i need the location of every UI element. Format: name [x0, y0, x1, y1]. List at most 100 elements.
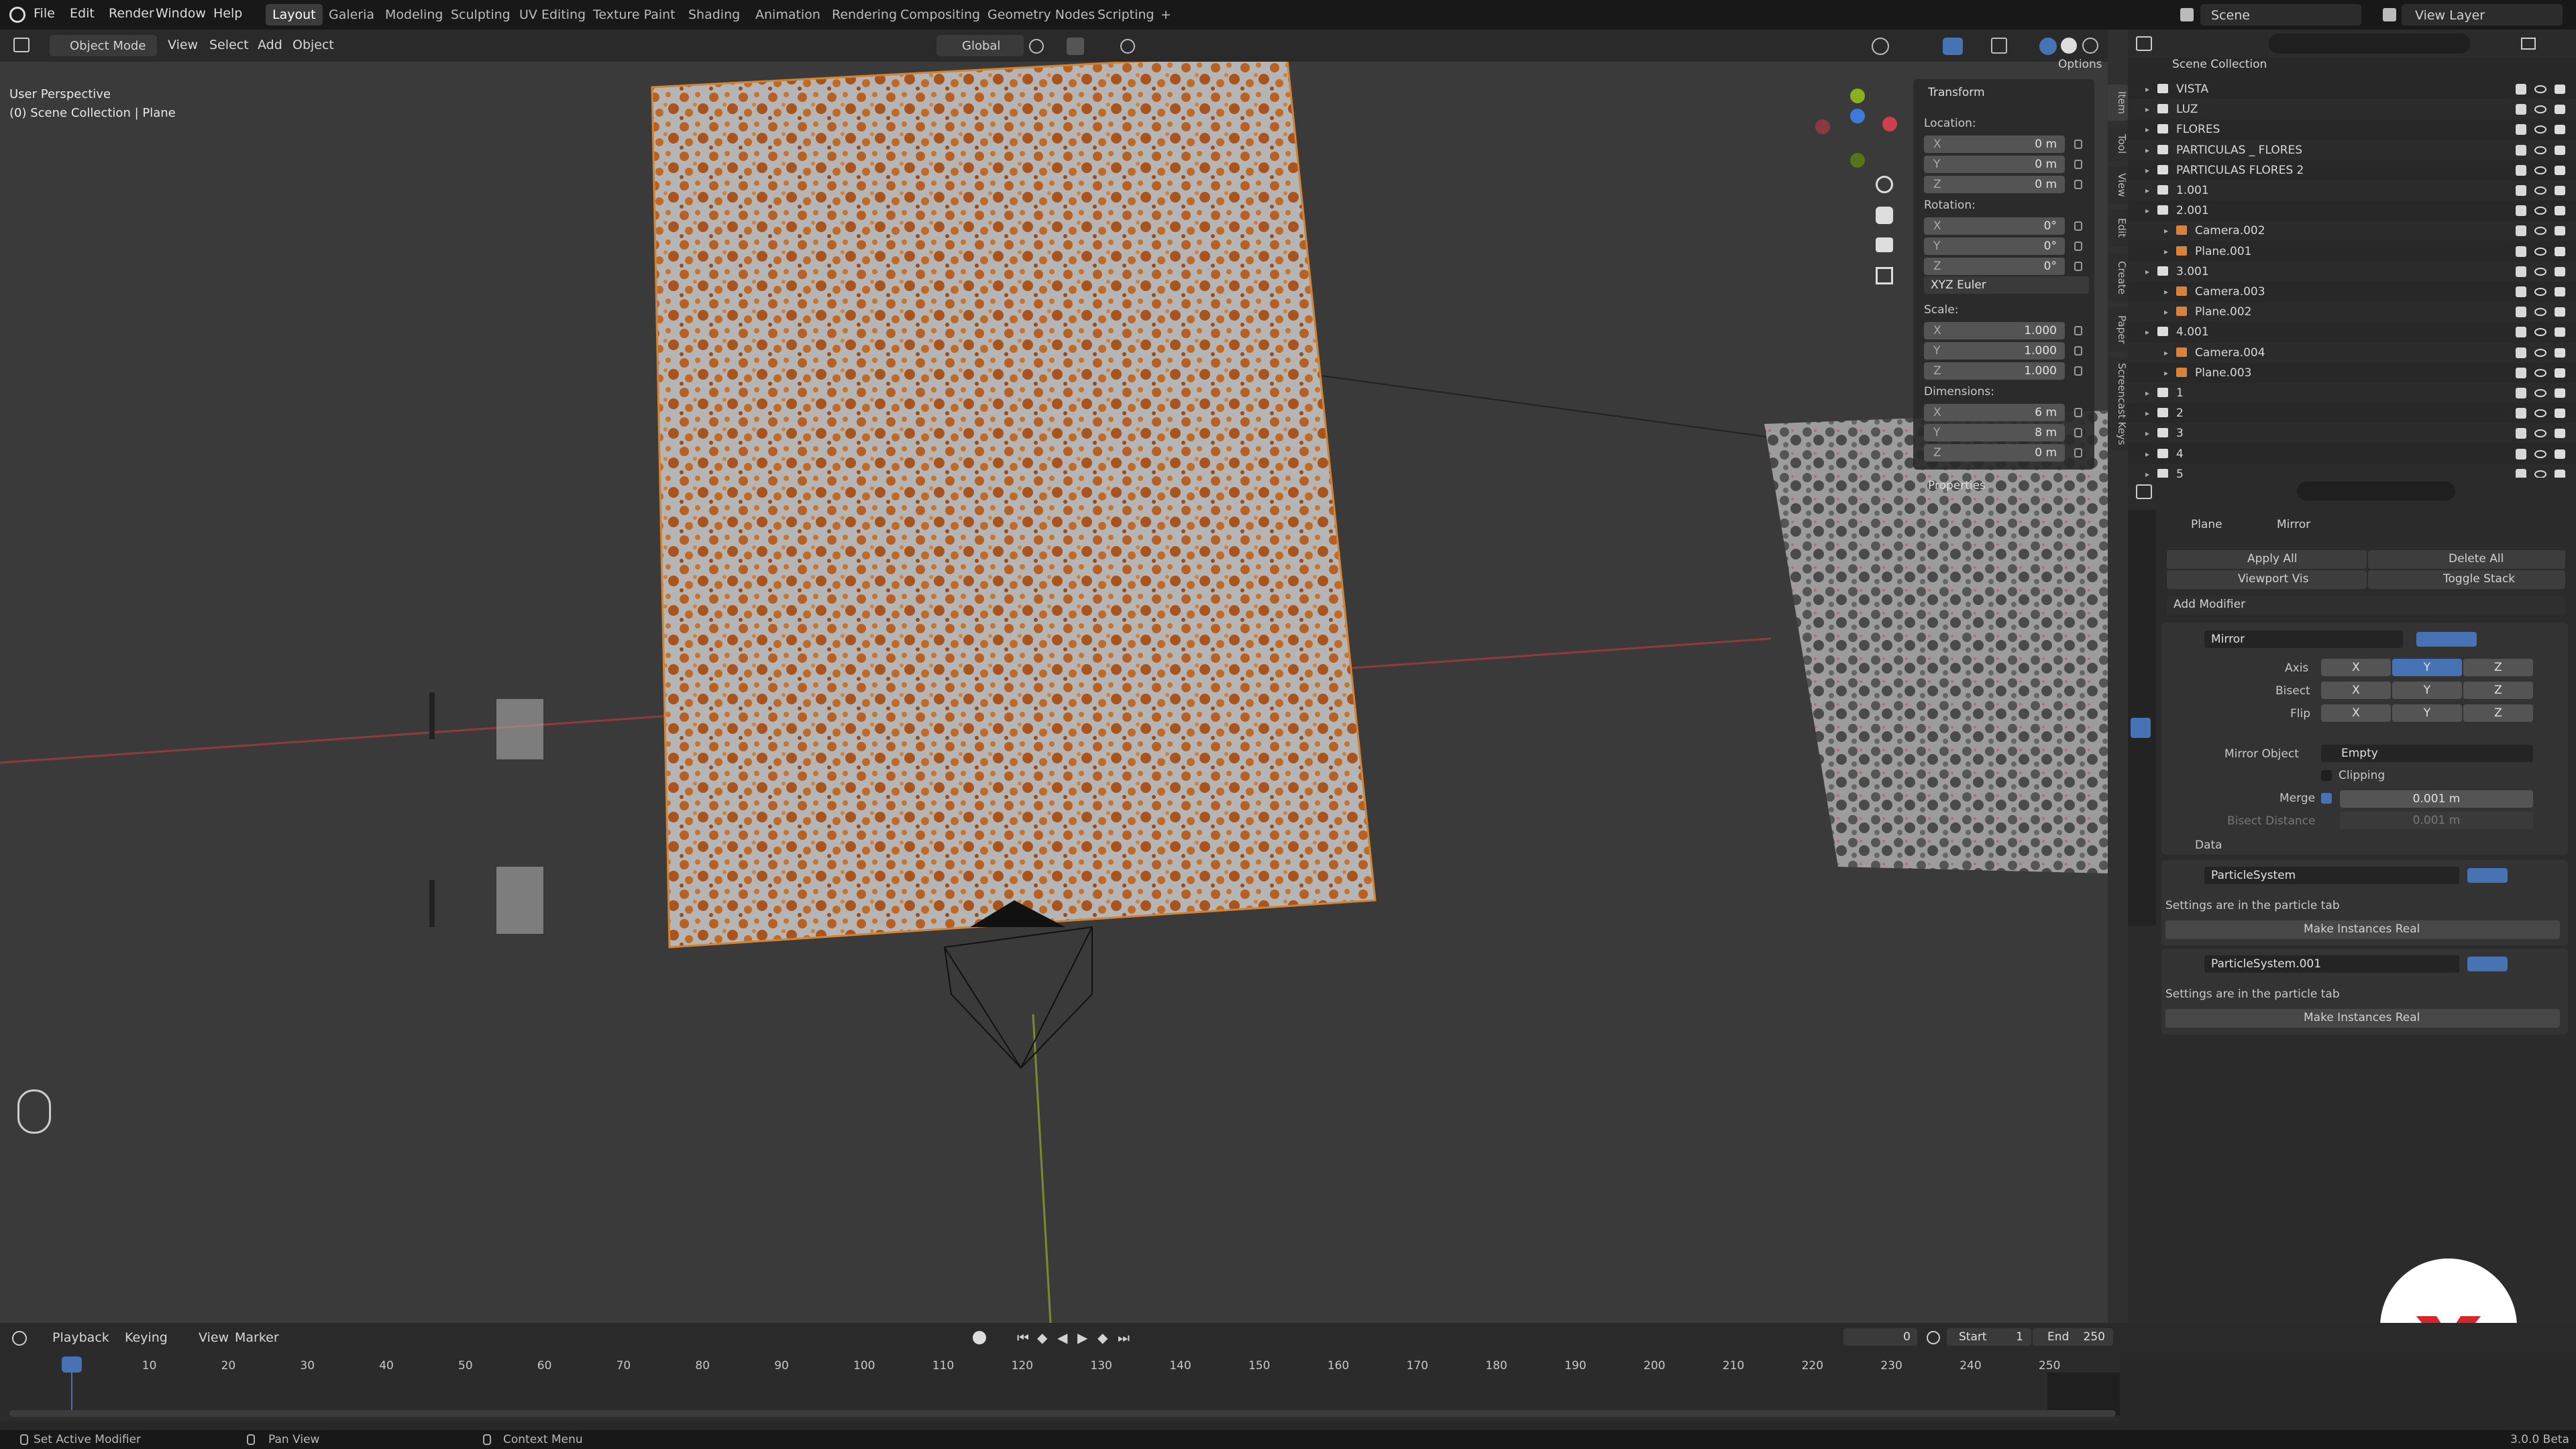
location-z-field[interactable]: Z 0 m [1924, 176, 2065, 193]
data-subpanel[interactable]: Data [2195, 839, 2222, 852]
render-camera-icon[interactable] [2555, 206, 2565, 216]
lock-icon[interactable] [2074, 326, 2082, 335]
particle-system-001-toggles[interactable] [2467, 957, 2508, 971]
camera-view-icon[interactable] [1876, 237, 1893, 252]
tab-compositing[interactable]: Compositing [894, 4, 987, 25]
pivot-icon[interactable] [1029, 39, 1044, 54]
menu-edit[interactable]: Edit [70, 6, 95, 21]
outliner-row[interactable]: ▸ PARTICULAS _ FLORES [2128, 140, 2576, 160]
viewport-vis-button[interactable]: Viewport Vis [2167, 570, 2367, 589]
toggle-stack-button[interactable]: Toggle Stack [2368, 570, 2565, 589]
scene-collection-label[interactable]: Scene Collection [2172, 58, 2267, 71]
dimensions-y-field[interactable]: Y 8 m [1924, 424, 2065, 441]
visibility-eye-icon[interactable] [2534, 166, 2546, 174]
merge-checkbox[interactable] [2321, 793, 2332, 804]
bisect-z-toggle[interactable]: Z [2463, 682, 2533, 699]
properties-tab-tool-icon[interactable] [2131, 521, 2151, 541]
lock-icon[interactable] [2074, 180, 2082, 189]
exclude-checkbox[interactable] [2516, 408, 2526, 419]
exclude-checkbox[interactable] [2516, 307, 2526, 318]
visibility-eye-icon[interactable] [2534, 308, 2546, 317]
visibility-eye-icon[interactable] [2534, 368, 2546, 377]
properties-tab-constraints-icon[interactable] [2131, 802, 2151, 822]
side-tab-create[interactable]: Create [2108, 254, 2128, 302]
zoom-icon[interactable] [1876, 176, 1893, 193]
viewport-menu-select[interactable]: Select [209, 38, 249, 52]
make-instances-real-button[interactable]: Make Instances Real [2165, 920, 2560, 939]
exclude-checkbox[interactable] [2516, 84, 2526, 95]
expand-arrow-icon[interactable]: ▸ [2164, 302, 2168, 322]
tab-rendering[interactable]: Rendering [825, 4, 904, 25]
properties-tab-object-icon[interactable] [2131, 690, 2151, 710]
rotation-y-field[interactable]: Y 0° [1924, 237, 2065, 255]
playhead[interactable] [62, 1356, 82, 1373]
mirror-object-field[interactable]: Empty [2321, 745, 2533, 762]
playback-controls[interactable]: ⏮ ◆ ◀ ▶ ◆ ⏭ [1017, 1330, 1135, 1346]
bisect-x-toggle[interactable]: X [2321, 682, 2391, 699]
scene-icon[interactable] [2180, 8, 2194, 21]
lock-icon[interactable] [2074, 366, 2082, 376]
properties-search-field[interactable] [2297, 482, 2455, 500]
properties-tab-scene-icon[interactable] [2131, 633, 2151, 653]
outliner-row[interactable]: ▸ 4 [2128, 443, 2576, 464]
visibility-eye-icon[interactable] [2534, 389, 2546, 397]
tab-scripting[interactable]: Scripting [1091, 4, 1161, 25]
visibility-eye-icon[interactable] [2534, 409, 2546, 418]
render-camera-icon[interactable] [2555, 266, 2565, 276]
outliner-row[interactable]: ▸ VISTA [2128, 79, 2576, 99]
gizmo-z-dot[interactable] [1850, 109, 1865, 123]
expand-arrow-icon[interactable]: ▸ [2145, 79, 2149, 99]
render-camera-icon[interactable] [2555, 226, 2565, 236]
properties-tab-render-icon[interactable] [2131, 549, 2151, 569]
particle-system-001-name-field[interactable]: ParticleSystem.001 [2204, 955, 2459, 973]
viewport-menu-view[interactable]: View [168, 38, 198, 52]
add-workspace-button[interactable]: + [1154, 4, 1178, 25]
add-modifier-dropdown[interactable]: Add Modifier [2167, 596, 2565, 614]
outliner-row[interactable]: ▸ Plane.001 [2128, 241, 2576, 262]
prev-keyframe-icon[interactable]: ◆ [1037, 1330, 1047, 1346]
outliner-row[interactable]: ▸ LUZ [2128, 99, 2576, 120]
outliner-filter-icon[interactable] [2521, 38, 2536, 50]
properties-editor-icon[interactable] [2136, 484, 2152, 499]
flip-x-toggle[interactable]: X [2321, 704, 2391, 722]
expand-arrow-icon[interactable]: ▸ [2145, 383, 2149, 403]
make-instances-real-001-button[interactable]: Make Instances Real [2165, 1009, 2560, 1028]
expand-arrow-icon[interactable]: ▸ [2145, 423, 2149, 443]
properties-tab-particles-icon[interactable] [2131, 746, 2151, 766]
side-tab-item[interactable]: Item [2108, 85, 2128, 121]
render-camera-icon[interactable] [2555, 125, 2565, 135]
expand-arrow-icon[interactable]: ▸ [2145, 99, 2149, 119]
tab-uv-editing[interactable]: UV Editing [513, 4, 592, 25]
lock-icon[interactable] [2074, 448, 2082, 458]
view-layer-icon[interactable] [2383, 8, 2396, 21]
scene-selector[interactable]: Scene [2200, 4, 2361, 25]
tab-layout[interactable]: Layout [266, 4, 323, 25]
dimensions-z-field[interactable]: Z 0 m [1924, 444, 2065, 462]
visibility-eye-icon[interactable] [2534, 429, 2546, 438]
exclude-checkbox[interactable] [2516, 367, 2526, 378]
properties-tab-world-icon[interactable] [2131, 661, 2151, 682]
render-camera-icon[interactable] [2555, 145, 2565, 155]
mirror-name-field[interactable]: Mirror [2204, 631, 2403, 648]
render-camera-icon[interactable] [2555, 287, 2565, 297]
exclude-checkbox[interactable] [2516, 347, 2526, 358]
options-button[interactable]: Options [2058, 58, 2102, 71]
shading-material-icon[interactable] [2061, 38, 2077, 54]
particle-system-toggles[interactable] [2467, 868, 2508, 883]
tab-galeria[interactable]: Galeria [322, 4, 381, 25]
outliner-row[interactable]: ▸ 3 [2128, 423, 2576, 444]
outliner-row[interactable]: ▸ 1.001 [2128, 180, 2576, 201]
keyframe-record-icon[interactable] [973, 1331, 986, 1344]
expand-arrow-icon[interactable]: ▸ [2145, 403, 2149, 423]
visibility-eye-icon[interactable] [2534, 348, 2546, 357]
properties-tab-modifier-icon[interactable] [2131, 718, 2151, 738]
expand-arrow-icon[interactable]: ▸ [2145, 160, 2149, 180]
location-x-field[interactable]: X 0 m [1924, 136, 2065, 153]
viewport-menu-add[interactable]: Add [258, 38, 282, 52]
properties-tab-view-layer-icon[interactable] [2131, 605, 2151, 625]
tab-animation[interactable]: Animation [749, 4, 827, 25]
timeline-menu-playback[interactable]: Playback [52, 1330, 109, 1345]
expand-arrow-icon[interactable]: ▸ [2164, 221, 2168, 241]
menu-file[interactable]: File [34, 6, 55, 21]
scale-z-field[interactable]: Z 1.000 [1924, 362, 2065, 380]
